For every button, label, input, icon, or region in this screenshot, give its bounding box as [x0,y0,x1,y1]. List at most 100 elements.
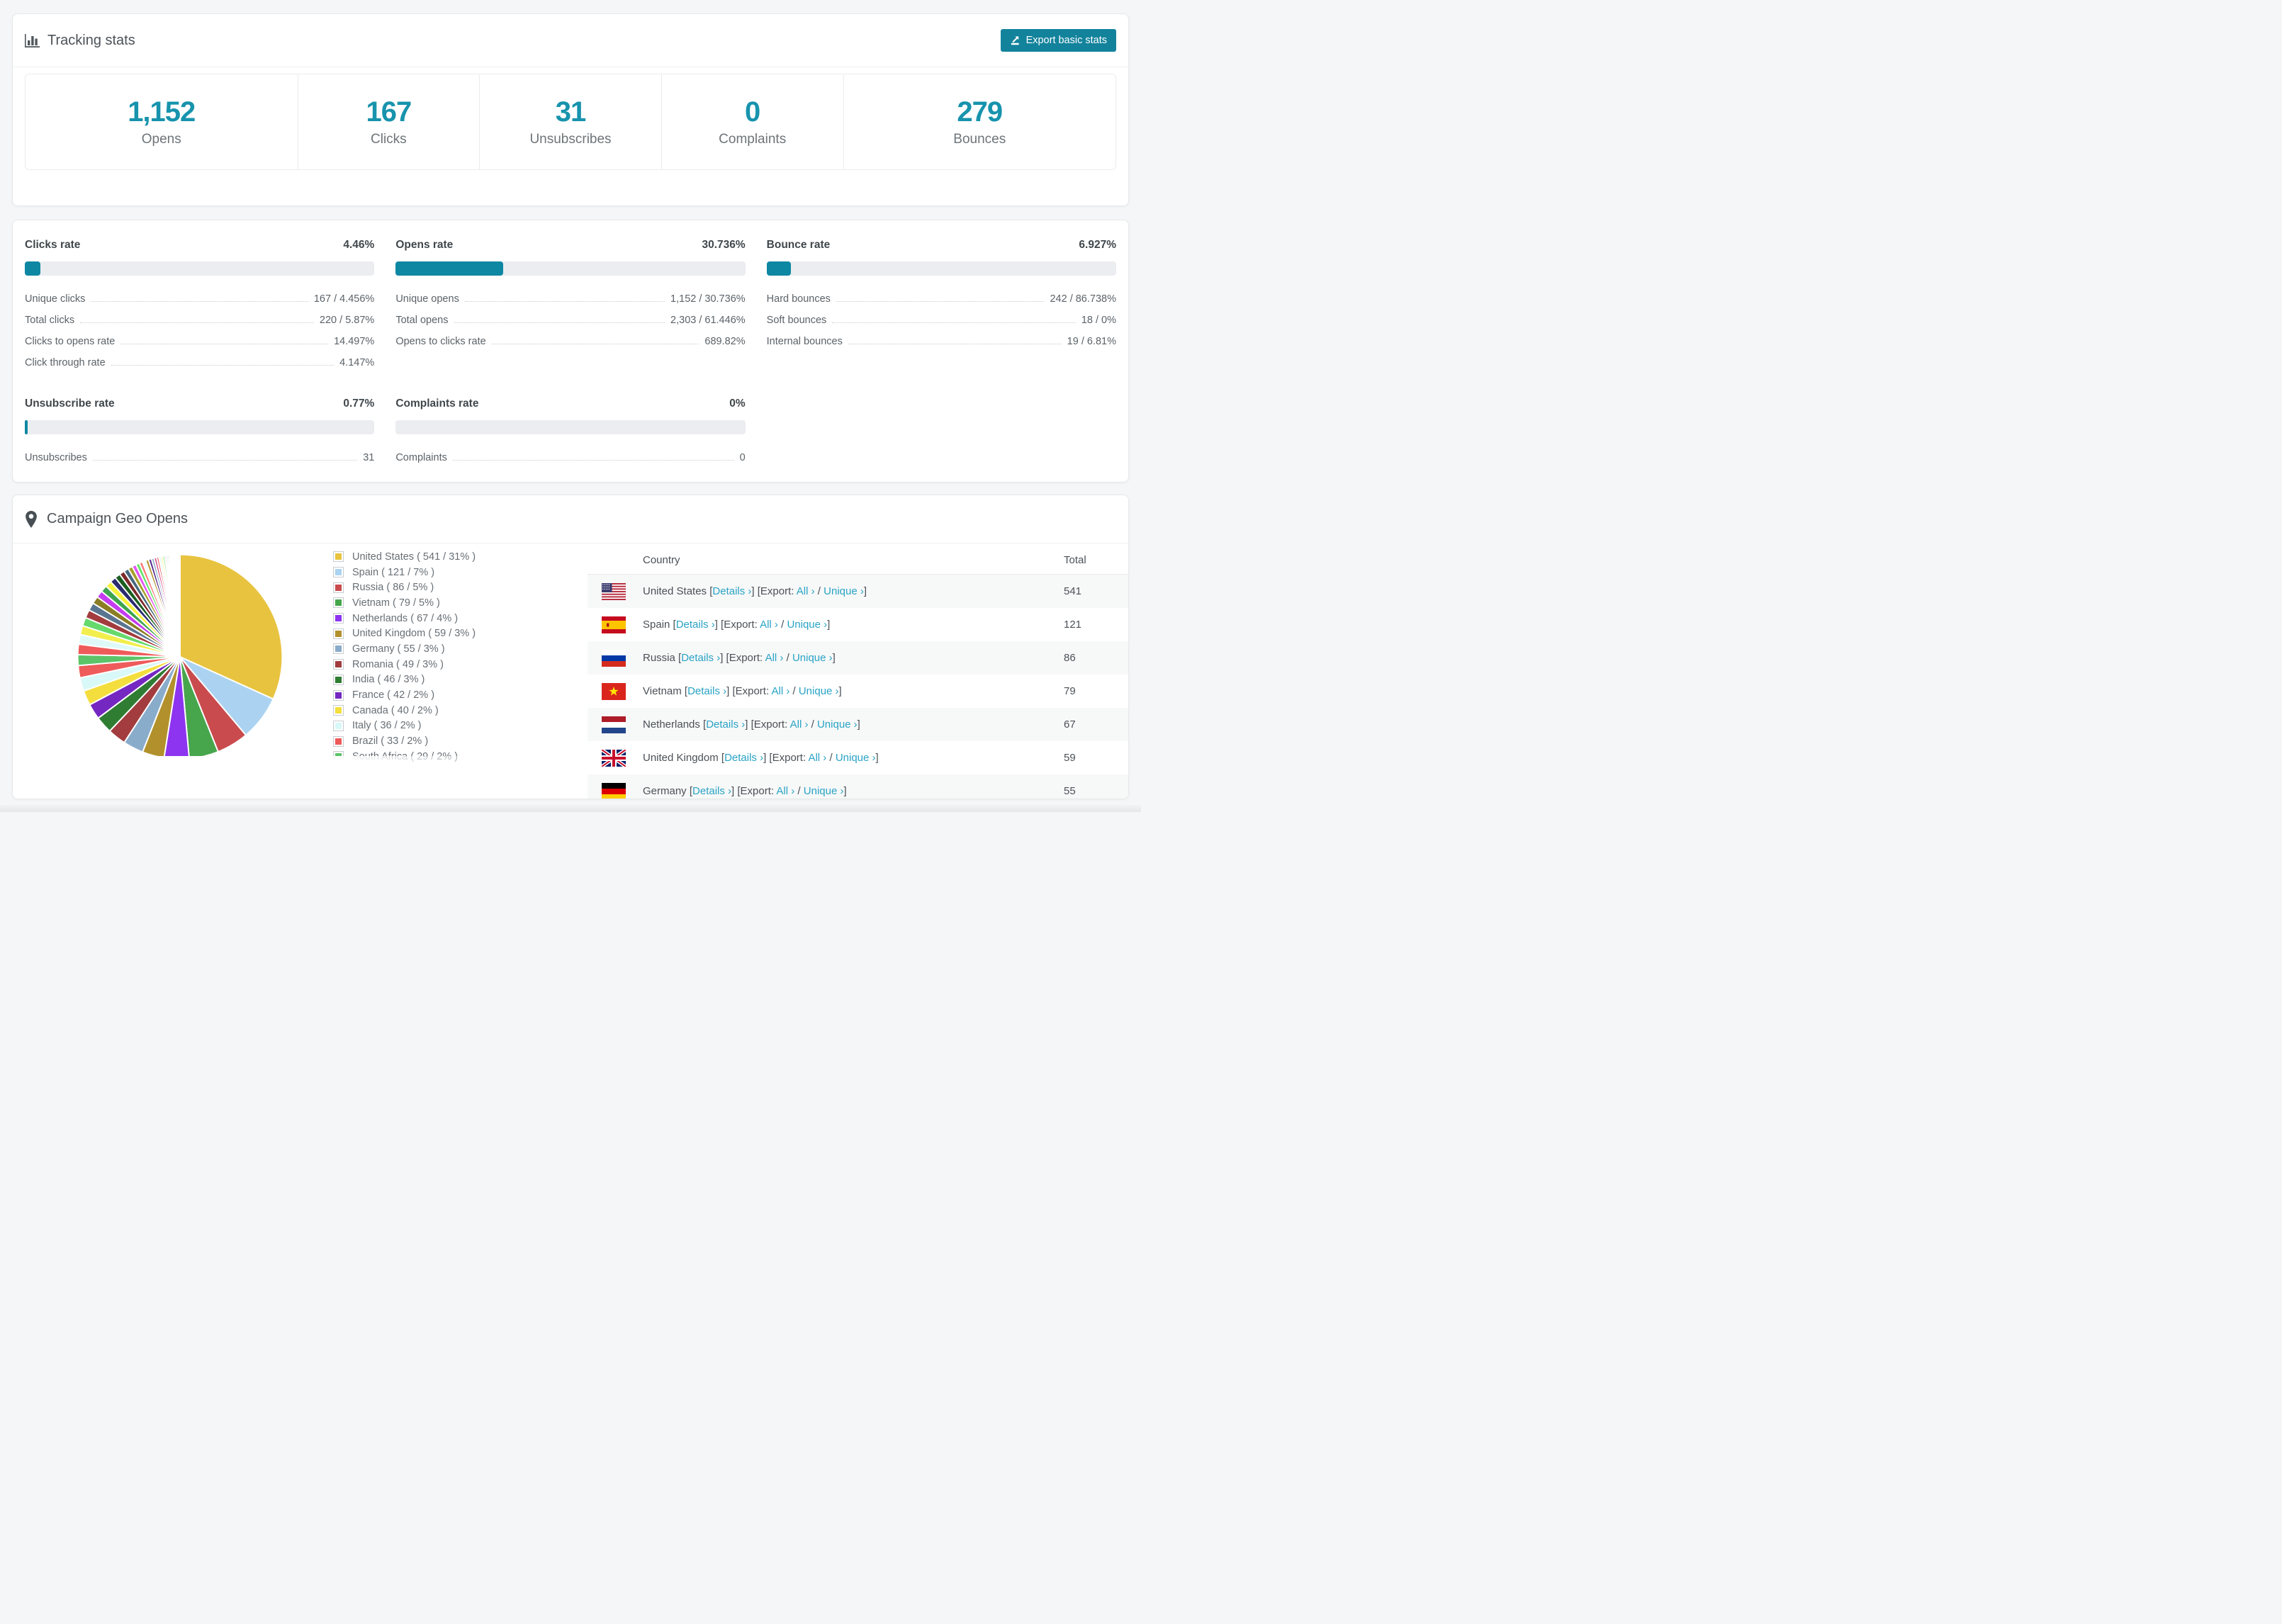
geo-total-cell: 86 [1064,652,1076,664]
rate-stat-label: Unique clicks [25,293,86,305]
legend-swatch [333,674,344,685]
geo-pie-chart[interactable] [71,548,289,766]
geo-country-cell: Russia [Details ›] [Export: All › / Uniq… [643,652,836,664]
export-all-link[interactable]: All › [765,652,784,664]
legend-swatch [333,628,344,639]
rate-value: 0.77% [343,397,375,410]
rate-title: Opens rate [395,239,454,251]
export-unique-link[interactable]: Unique › [824,585,864,597]
export-unique-link[interactable]: Unique › [817,718,858,731]
legend-label: Netherlands ( 67 / 4% ) [352,612,459,624]
gb-flag-icon [602,749,626,767]
export-all-link[interactable]: All › [797,585,815,597]
stat-label: Opens [141,131,181,147]
rate-progress-bar [395,420,746,434]
legend-item: United States ( 541 / 31% ) [333,549,476,565]
legend-label: United Kingdom ( 59 / 3% ) [352,628,476,640]
rate-stat-label: Total opens [395,315,449,326]
geo-country-cell: United Kingdom [Details ›] [Export: All … [643,752,879,764]
geo-total-cell: 59 [1064,752,1076,764]
export-all-link[interactable]: All › [760,619,778,631]
stat-label: Bounces [953,131,1006,147]
window-bottom-strip [0,805,1141,812]
rate-progress-bar [395,261,746,276]
details-link[interactable]: Details › [724,752,763,764]
stat-value: 167 [366,96,412,128]
legend-item: United Kingdom ( 59 / 3% ) [333,626,476,641]
rate-stat-value: 1,152 / 30.736% [670,293,746,305]
rate-stat-row: Click through rate 4.147% [25,352,374,373]
rate-stat-row: Soft bounces 18 / 0% [767,310,1116,331]
legend-item: Canada ( 40 / 2% ) [333,703,476,718]
rate-stat-value: 18 / 0% [1081,315,1116,326]
rate-progress-fill [25,420,28,434]
rate-stat-row: Clicks to opens rate 14.497% [25,331,374,352]
rate-stat-label: Unique opens [395,293,459,305]
legend-swatch [333,689,344,701]
legend-item: Brazil ( 33 / 2% ) [333,733,476,749]
export-unique-link[interactable]: Unique › [792,652,833,664]
details-link[interactable]: Details › [692,785,731,797]
export-unique-link[interactable]: Unique › [799,685,839,697]
legend-swatch [333,720,344,731]
export-all-link[interactable]: All › [776,785,794,797]
geo-country-table: Country Total United States [Details ›] … [588,546,1128,799]
rate-stat-row: Opens to clicks rate 689.82% [395,331,745,352]
geo-table-row-gb: United Kingdom [Details ›] [Export: All … [588,741,1128,774]
details-link[interactable]: Details › [706,718,745,731]
geo-country-cell: Vietnam [Details ›] [Export: All › / Uni… [643,685,842,697]
legend-swatch [333,551,344,563]
legend-swatch [333,643,344,655]
export-basic-stats-button[interactable]: Export basic stats [1000,29,1116,52]
dotted-leader [80,322,314,323]
legend-label: Brazil ( 33 / 2% ) [352,735,429,748]
nl-flag-icon [602,716,626,733]
export-all-link[interactable]: All › [790,718,809,731]
summary-stat-opens: 1,152 Opens [26,74,298,169]
export-unique-link[interactable]: Unique › [804,785,844,797]
stat-label: Complaints [719,131,787,147]
rate-stat-label: Clicks to opens rate [25,336,116,347]
details-link[interactable]: Details › [676,619,715,631]
legend-swatch [333,613,344,624]
export-all-link[interactable]: All › [771,685,789,697]
stat-value: 279 [957,96,1003,128]
export-unique-link[interactable]: Unique › [836,752,876,764]
legend-label: Canada ( 40 / 2% ) [352,704,439,716]
rate-value: 6.927% [1079,239,1116,251]
details-link[interactable]: Details › [681,652,720,664]
pie-slice[interactable] [179,553,181,658]
rate-stat-label: Hard bounces [766,293,831,305]
export-all-link[interactable]: All › [808,752,826,764]
rate-stat-value: 0 [739,452,746,463]
rate-stat-row: Total clicks 220 / 5.87% [25,310,374,331]
legend-swatch [333,705,344,716]
rate-stat-row: Total opens 2,303 / 61.446% [395,310,745,331]
rate-stat-value: 689.82% [704,336,746,347]
geo-total-cell: 121 [1064,619,1082,631]
export-unique-link[interactable]: Unique › [787,619,827,631]
legend-item: Germany ( 55 / 3% ) [333,641,476,657]
ru-flag-icon [602,649,626,667]
rate-progress-bar [25,261,375,276]
rate-title: Clicks rate [25,239,81,251]
rate-stat-label: Click through rate [25,357,106,368]
rate-stat-value: 2,303 / 61.446% [670,315,746,326]
details-link[interactable]: Details › [687,685,726,697]
dotted-leader [464,301,665,302]
rate-progress-bar [766,261,1116,276]
geo-country-cell: United States [Details ›] [Export: All ›… [643,585,867,597]
rates-card: Clicks rate 4.46% Unique clicks 167 / 4.456… [12,220,1129,483]
geo-table-row-us: United States [Details ›] [Export: All ›… [588,575,1128,608]
details-link[interactable]: Details › [712,585,751,597]
rate-stat-value: 19 / 6.81% [1067,336,1116,347]
tracking-stats-card: Tracking stats Export basic stats 1,152 O… [12,13,1129,206]
dotted-leader [92,460,358,461]
rate-panel-clicks-rate: Clicks rate 4.46% Unique clicks 167 / 4.456… [25,239,375,373]
geo-country-cell: Germany [Details ›] [Export: All › / Uni… [643,785,847,797]
stat-value: 0 [745,96,760,128]
legend-label: Spain ( 121 / 7% ) [352,566,435,578]
vn-flag-icon [602,682,626,700]
rate-title: Unsubscribe rate [25,397,115,410]
map-pin-icon [25,510,38,528]
